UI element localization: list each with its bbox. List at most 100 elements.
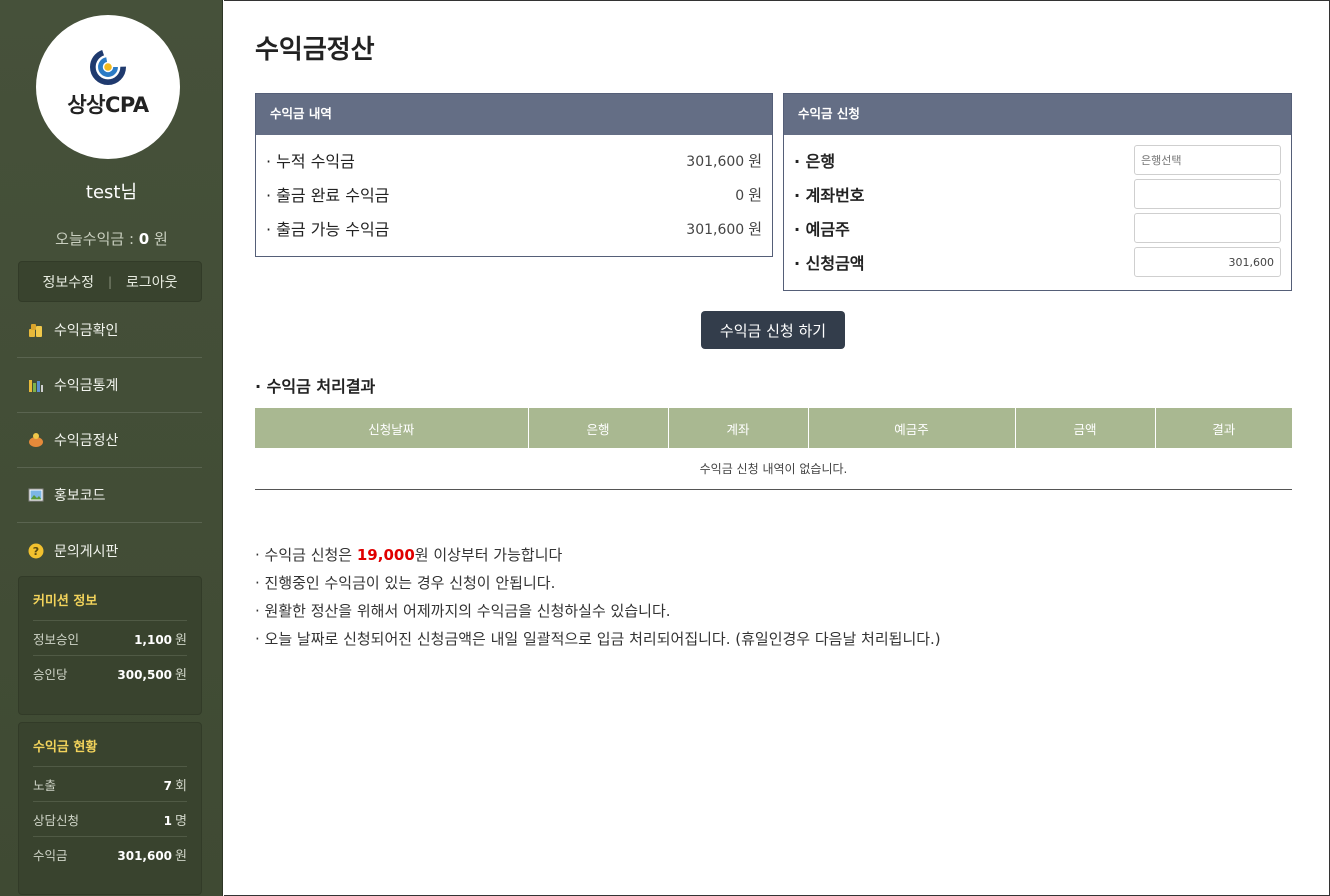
history-row-value: 0 — [735, 187, 745, 204]
sidebar-item-label: 홍보코드 — [54, 488, 106, 504]
today-earnings: 오늘수익금 : 0 원 — [0, 228, 223, 249]
commission-row-value: 300,500 — [117, 668, 173, 682]
sidebar-item-inquiry-board[interactable]: ? 문의게시판 — [17, 523, 202, 578]
piggy-bank-icon — [28, 432, 44, 448]
history-row-label: · 출금 완료 수익금 — [266, 186, 390, 205]
account-separator: | — [107, 274, 113, 289]
table-header-row: 신청날짜 은행 계좌 예금주 금액 결과 — [255, 408, 1292, 448]
earnings-status-box: 수익금 현황 노출 7회 상담신청 1명 수익금 301,600 원 — [18, 722, 202, 895]
logout-link[interactable]: 로그아웃 — [126, 272, 178, 292]
earnings-history-title: 수익금 내역 — [256, 94, 772, 135]
commission-row: 승인당 300,500 원 — [33, 656, 187, 691]
notice-item: · 진행중인 수익금이 있는 경우 신청이 안됩니다. — [255, 574, 556, 592]
submit-request-button[interactable]: 수익금 신청 하기 — [701, 311, 845, 349]
notice-item: · 오늘 날짜로 신청되어진 신청금액은 내일 일괄적으로 입금 처리되어집니다… — [255, 630, 941, 648]
request-amount-row: · 신청금액 — [794, 245, 1281, 279]
main-content: 수익금정산 수익금 내역 · 누적 수익금 301,600 원 · 출금 완료 수… — [224, 0, 1330, 896]
sidebar-item-label: 문의게시판 — [54, 543, 119, 560]
sidebar-menu: 수익금확인 수익금통계 수익금정산 홍보코드 ? 문의게시판 — [17, 303, 202, 578]
commission-row-value: 1,100 — [134, 632, 173, 647]
earnings-row-value: 301,600 — [117, 849, 173, 863]
bank-select[interactable] — [1134, 145, 1281, 175]
col-header-date: 신청날짜 — [255, 408, 529, 448]
earnings-row-label: 수익금 — [33, 848, 68, 863]
col-header-result: 결과 — [1155, 408, 1292, 448]
commission-row-label: 승인당 — [33, 667, 68, 682]
commission-row-unit: 원 — [175, 668, 187, 683]
commission-row: 정보승인 1,100 원 — [33, 621, 187, 656]
edit-profile-link[interactable]: 정보수정 — [42, 272, 94, 292]
empty-table-message: 수익금 신청 내역이 없습니다. — [255, 448, 1292, 490]
history-row: · 출금 가능 수익금 301,600 원 — [266, 211, 762, 245]
sidebar-item-label: 수익금정산 — [54, 433, 119, 449]
request-amount-label: · 신청금액 — [794, 254, 865, 273]
history-row-label: · 출금 가능 수익금 — [266, 220, 390, 239]
account-number-row: · 계좌번호 — [794, 177, 1281, 211]
earnings-row-unit: 원 — [175, 849, 187, 864]
request-amount-input[interactable] — [1134, 247, 1281, 277]
earnings-row-unit: 명 — [175, 813, 187, 829]
earnings-row-label: 노출 — [33, 777, 57, 793]
image-icon — [28, 487, 44, 503]
earnings-request-panel: 수익금 신청 · 은행 · 계좌번호 · 예금주 · 신청금액 — [783, 93, 1292, 291]
history-row-unit: 원 — [748, 185, 762, 204]
logo-mark-icon — [90, 49, 126, 85]
notice-text: · 수익금 신청은 — [255, 546, 357, 564]
earnings-row: 노출 7회 — [33, 767, 187, 802]
account-holder-label: · 예금주 — [794, 220, 850, 239]
logo-text: 상상CPA — [67, 93, 149, 117]
history-row-value: 301,600 — [686, 153, 745, 170]
earnings-row: 상담신청 1명 — [33, 802, 187, 837]
account-links: 정보수정 | 로그아웃 — [18, 261, 202, 302]
sidebar-item-label: 수익금통계 — [54, 378, 119, 394]
earnings-row: 수익금 301,600 원 — [33, 837, 187, 872]
notice-item: · 원활한 정산을 위해서 어제까지의 수익금을 신청하실수 있습니다. — [255, 602, 671, 620]
history-row: · 누적 수익금 301,600 원 — [266, 143, 762, 177]
sidebar-item-promo-code[interactable]: 홍보코드 — [17, 468, 202, 523]
account-holder-row: · 예금주 — [794, 211, 1281, 245]
bank-label: · 은행 — [794, 152, 836, 171]
sidebar-item-earnings-check[interactable]: 수익금확인 — [17, 303, 202, 358]
sidebar: 상상CPA test님 오늘수익금 : 0 원 정보수정 | 로그아웃 수익금확… — [0, 0, 223, 896]
earnings-request-title: 수익금 신청 — [784, 94, 1291, 135]
history-row-label: · 누적 수익금 — [266, 152, 355, 171]
today-earnings-unit: 원 — [154, 230, 168, 248]
bar-chart-icon — [28, 377, 44, 393]
earnings-status-title: 수익금 현황 — [33, 723, 187, 767]
earnings-row-value: 1 — [163, 813, 173, 828]
col-header-holder: 예금주 — [808, 408, 1016, 448]
page-title: 수익금정산 — [255, 35, 375, 65]
result-section-title: · 수익금 처리결과 — [255, 377, 376, 396]
table-row: 수익금 신청 내역이 없습니다. — [255, 448, 1292, 490]
brand-logo[interactable]: 상상CPA — [36, 15, 180, 159]
commission-info-box: 커미션 정보 정보승인 1,100 원 승인당 300,500 원 — [18, 576, 202, 715]
sidebar-item-label: 수익금확인 — [54, 323, 119, 339]
history-row-unit: 원 — [748, 219, 762, 238]
svg-text:?: ? — [33, 545, 39, 558]
minimum-amount-highlight: 19,000 — [356, 546, 415, 564]
account-number-input[interactable] — [1134, 179, 1281, 209]
result-table: 신청날짜 은행 계좌 예금주 금액 결과 수익금 신청 내역이 없습니다. — [255, 408, 1292, 490]
today-earnings-value: 0 — [138, 230, 150, 248]
earnings-history-panel: 수익금 내역 · 누적 수익금 301,600 원 · 출금 완료 수익금 0원 … — [255, 93, 773, 257]
notice-list: · 수익금 신청은 19,000원 이상부터 가능합니다 · 진행중인 수익금이… — [255, 541, 941, 653]
history-row-unit: 원 — [748, 151, 762, 170]
sidebar-item-earnings-settlement[interactable]: 수익금정산 — [17, 413, 202, 468]
commission-row-label: 정보승인 — [33, 631, 80, 647]
sidebar-item-earnings-stats[interactable]: 수익금통계 — [17, 358, 202, 413]
commission-row-unit: 원 — [175, 632, 187, 648]
earnings-row-unit: 회 — [175, 778, 187, 794]
earnings-row-label: 상담신청 — [33, 812, 80, 828]
bank-row: · 은행 — [794, 143, 1281, 177]
commission-info-title: 커미션 정보 — [33, 577, 187, 621]
col-header-bank: 은행 — [528, 408, 669, 448]
notice-item: · 수익금 신청은 19,000원 이상부터 가능합니다 — [255, 541, 941, 569]
col-header-amount: 금액 — [1015, 408, 1156, 448]
account-holder-input[interactable] — [1134, 213, 1281, 243]
notice-text: 원 이상부터 가능합니다 — [414, 546, 563, 564]
account-number-label: · 계좌번호 — [794, 186, 865, 205]
today-earnings-label: 오늘수익금 : — [55, 230, 134, 248]
history-row-value: 301,600 — [686, 221, 745, 238]
history-row: · 출금 완료 수익금 0원 — [266, 177, 762, 211]
question-icon: ? — [28, 543, 44, 559]
